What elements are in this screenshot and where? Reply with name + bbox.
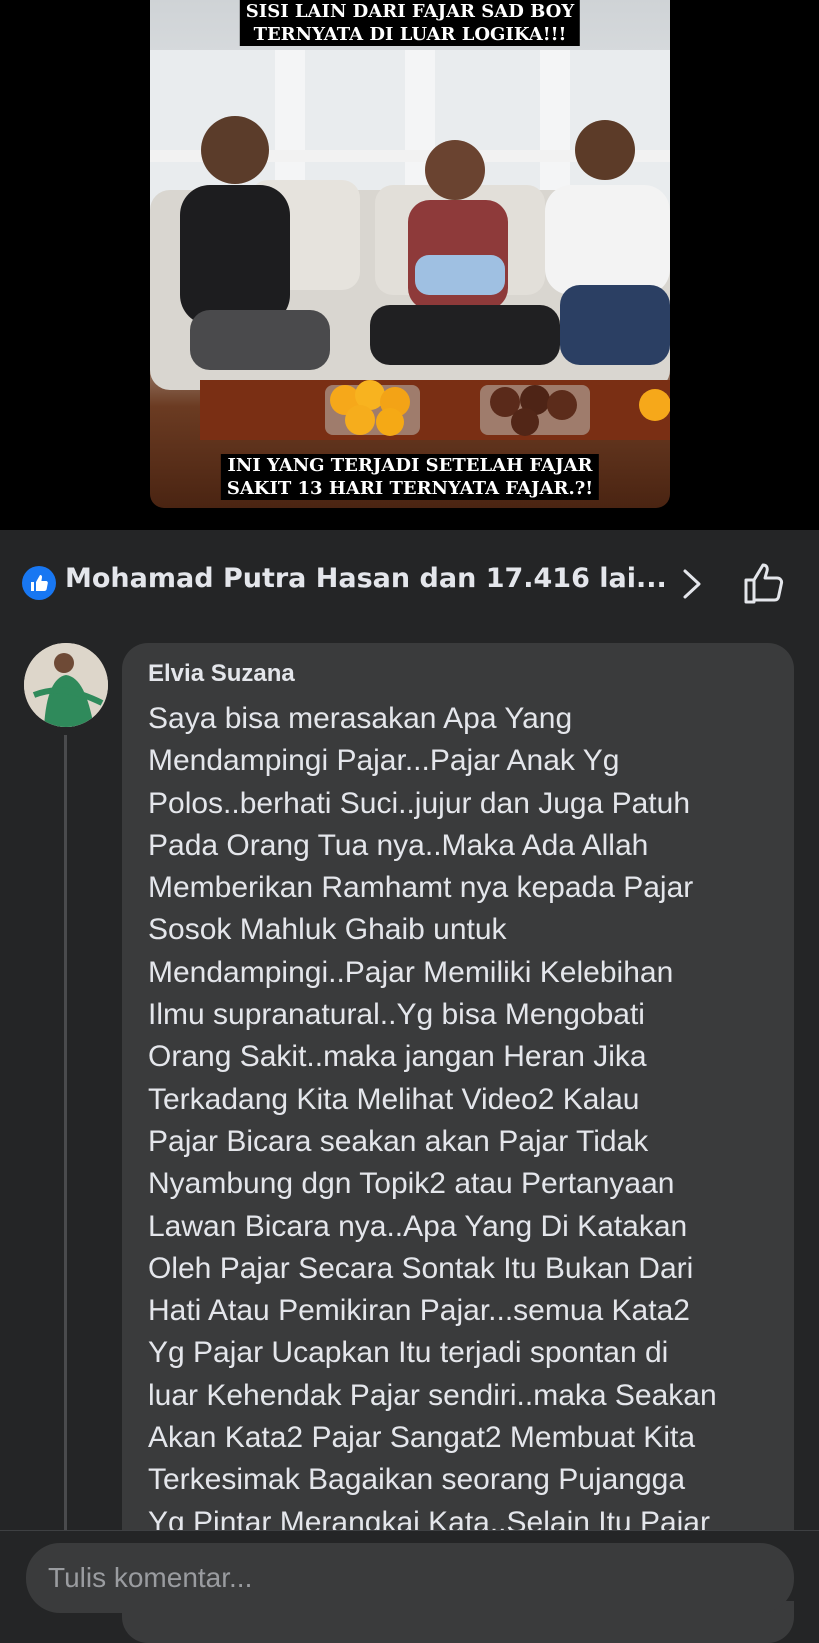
- video-thumbnail[interactable]: SISI LAIN DARI FAJAR SAD BOY TERNYATA DI…: [150, 0, 670, 508]
- comment-author[interactable]: Elvia Suzana: [148, 660, 295, 688]
- chevron-right-icon[interactable]: [677, 566, 707, 602]
- caption-bottom-line-2: SAKIT 13 HARI TERNYATA FAJAR.?!: [226, 478, 594, 499]
- video-caption-top: SISI LAIN DARI FAJAR SAD BOY TERNYATA DI…: [239, 0, 581, 46]
- like-icon: [22, 566, 56, 600]
- thumbs-up-icon[interactable]: [742, 560, 788, 606]
- avatar[interactable]: [24, 643, 108, 727]
- thread-line: [64, 735, 67, 1535]
- reaction-summary-link[interactable]: Mohamad Putra Hasan dan 17.416 lai...: [65, 563, 667, 594]
- video-player[interactable]: SISI LAIN DARI FAJAR SAD BOY TERNYATA DI…: [0, 0, 819, 530]
- comment-text: Saya bisa merasakan Apa Yang Mendampingi…: [148, 702, 717, 1539]
- comment-input[interactable]: [26, 1543, 794, 1613]
- caption-top-line-2: TERNYATA DI LUAR LOGIKA!!!: [253, 24, 567, 45]
- thumbnail-scene-image: [150, 50, 670, 440]
- caption-top-line-1: SISI LAIN DARI FAJAR SAD BOY: [245, 1, 575, 22]
- video-caption-bottom: INI YANG TERJADI SETELAH FAJAR SAKIT 13 …: [220, 454, 600, 500]
- caption-bottom-line-1: INI YANG TERJADI SETELAH FAJAR: [227, 455, 593, 476]
